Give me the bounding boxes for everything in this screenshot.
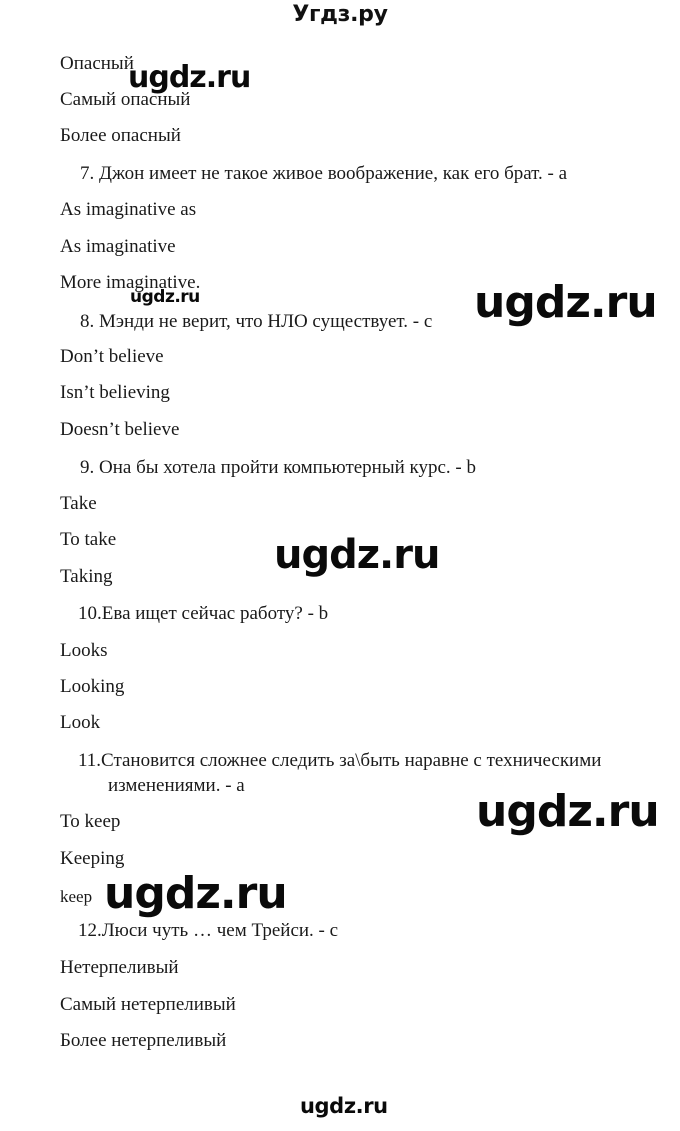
answer-option-line: To keep xyxy=(60,811,121,832)
question-line-10: 10.Ева ищет сейчас работу? - b xyxy=(78,603,329,624)
answer-option-line: Самый нетерпеливый xyxy=(60,994,236,1015)
watermark: ugdz.ru xyxy=(474,277,658,328)
answer-option-line: Isn’t believing xyxy=(60,382,170,403)
answer-option-line: To take xyxy=(60,529,117,550)
answer-option-line: Looking xyxy=(60,676,125,697)
answer-option-line: Doesn’t believe xyxy=(60,419,180,440)
answer-option-line: Более нетерпеливый xyxy=(60,1030,227,1051)
answer-option-line: Don’t believe xyxy=(60,346,164,367)
answer-option-line: As imaginative xyxy=(60,236,176,257)
answer-option-line: Более опасный xyxy=(60,125,181,146)
question-line-11: 11.Становится сложнее следить за\быть на… xyxy=(78,750,602,771)
answer-option-line: As imaginative as xyxy=(60,199,197,220)
question-line-7: 7. Джон имеет не такое живое воображение… xyxy=(80,163,568,184)
watermark: ugdz.ru xyxy=(128,60,251,95)
answer-option-line: Taking xyxy=(60,566,113,587)
answer-option-line: Take xyxy=(60,493,97,514)
document-page: Угдз.ру Опасный Самый опасный Более опас… xyxy=(0,0,680,1131)
question-line-9: 9. Она бы хотела пройти компьютерный кур… xyxy=(80,457,477,478)
watermark: ugdz.ru xyxy=(476,786,660,837)
question-line-11-continued: изменениями. - a xyxy=(108,775,245,796)
watermark: ugdz.ru xyxy=(104,868,288,919)
answer-option-line: Looks xyxy=(60,640,108,661)
watermark: ugdz.ru xyxy=(130,287,200,307)
answer-option-line: Look xyxy=(60,712,101,733)
answer-option-line: keep xyxy=(60,887,93,906)
answer-option-line: Нетерпеливый xyxy=(60,957,179,978)
watermark: ugdz.ru xyxy=(274,532,440,578)
question-line-8: 8. Мэнди не верит, что НЛО существует. -… xyxy=(80,311,433,332)
answer-option-line: Keeping xyxy=(60,848,125,869)
footer-watermark: ugdz.ru xyxy=(300,1094,388,1118)
question-line-12: 12.Люси чуть … чем Трейси. - c xyxy=(78,920,339,941)
answer-option-line: Опасный xyxy=(60,53,134,74)
